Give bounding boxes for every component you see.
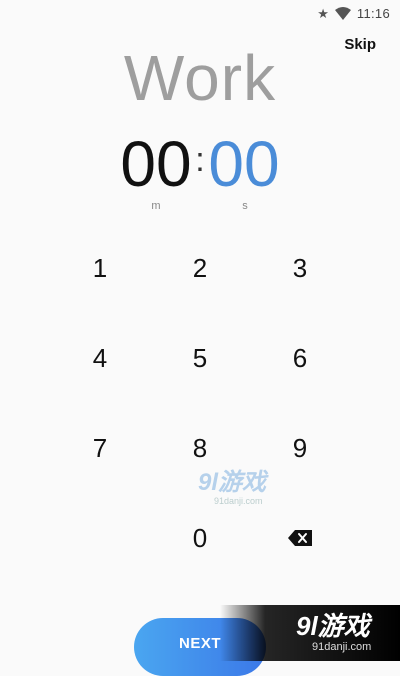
key-2[interactable]: 2 [170,238,230,298]
star-icon: ★ [317,5,329,21]
key-9[interactable]: 9 [270,418,330,478]
backspace-button[interactable] [270,508,330,568]
corner-watermark: 9l游戏 91danji.com [220,605,400,661]
timer-display: 00 : 00 [0,128,400,200]
key-1[interactable]: 1 [70,238,130,298]
key-4[interactable]: 4 [70,328,130,388]
watermark-url: 91danji.com [214,496,263,506]
key-7[interactable]: 7 [70,418,130,478]
backspace-icon [288,530,312,546]
key-0[interactable]: 0 [170,508,230,568]
watermark-logo: 9l游戏 91danji.com [198,469,294,507]
minutes-unit-label: m [151,200,161,212]
key-5[interactable]: 5 [170,328,230,388]
status-bar: ★ 11:16 [0,0,400,26]
corner-watermark-logo: 9l游戏 [296,611,370,641]
key-6[interactable]: 6 [270,328,330,388]
timer-seconds[interactable]: 00 [208,128,280,200]
next-button-label: NEXT [178,635,221,652]
timer-separator: : [195,140,205,179]
timer-minutes[interactable]: 00 [120,128,192,200]
watermark-logo-text: 9l游戏 [198,469,267,496]
seconds-unit-label: s [242,200,248,212]
page-title: Work [123,42,277,114]
corner-watermark-url: 91danji.com [312,641,372,653]
wifi-icon [334,6,351,20]
key-3[interactable]: 3 [270,238,330,298]
status-time: 11:16 [356,5,390,21]
